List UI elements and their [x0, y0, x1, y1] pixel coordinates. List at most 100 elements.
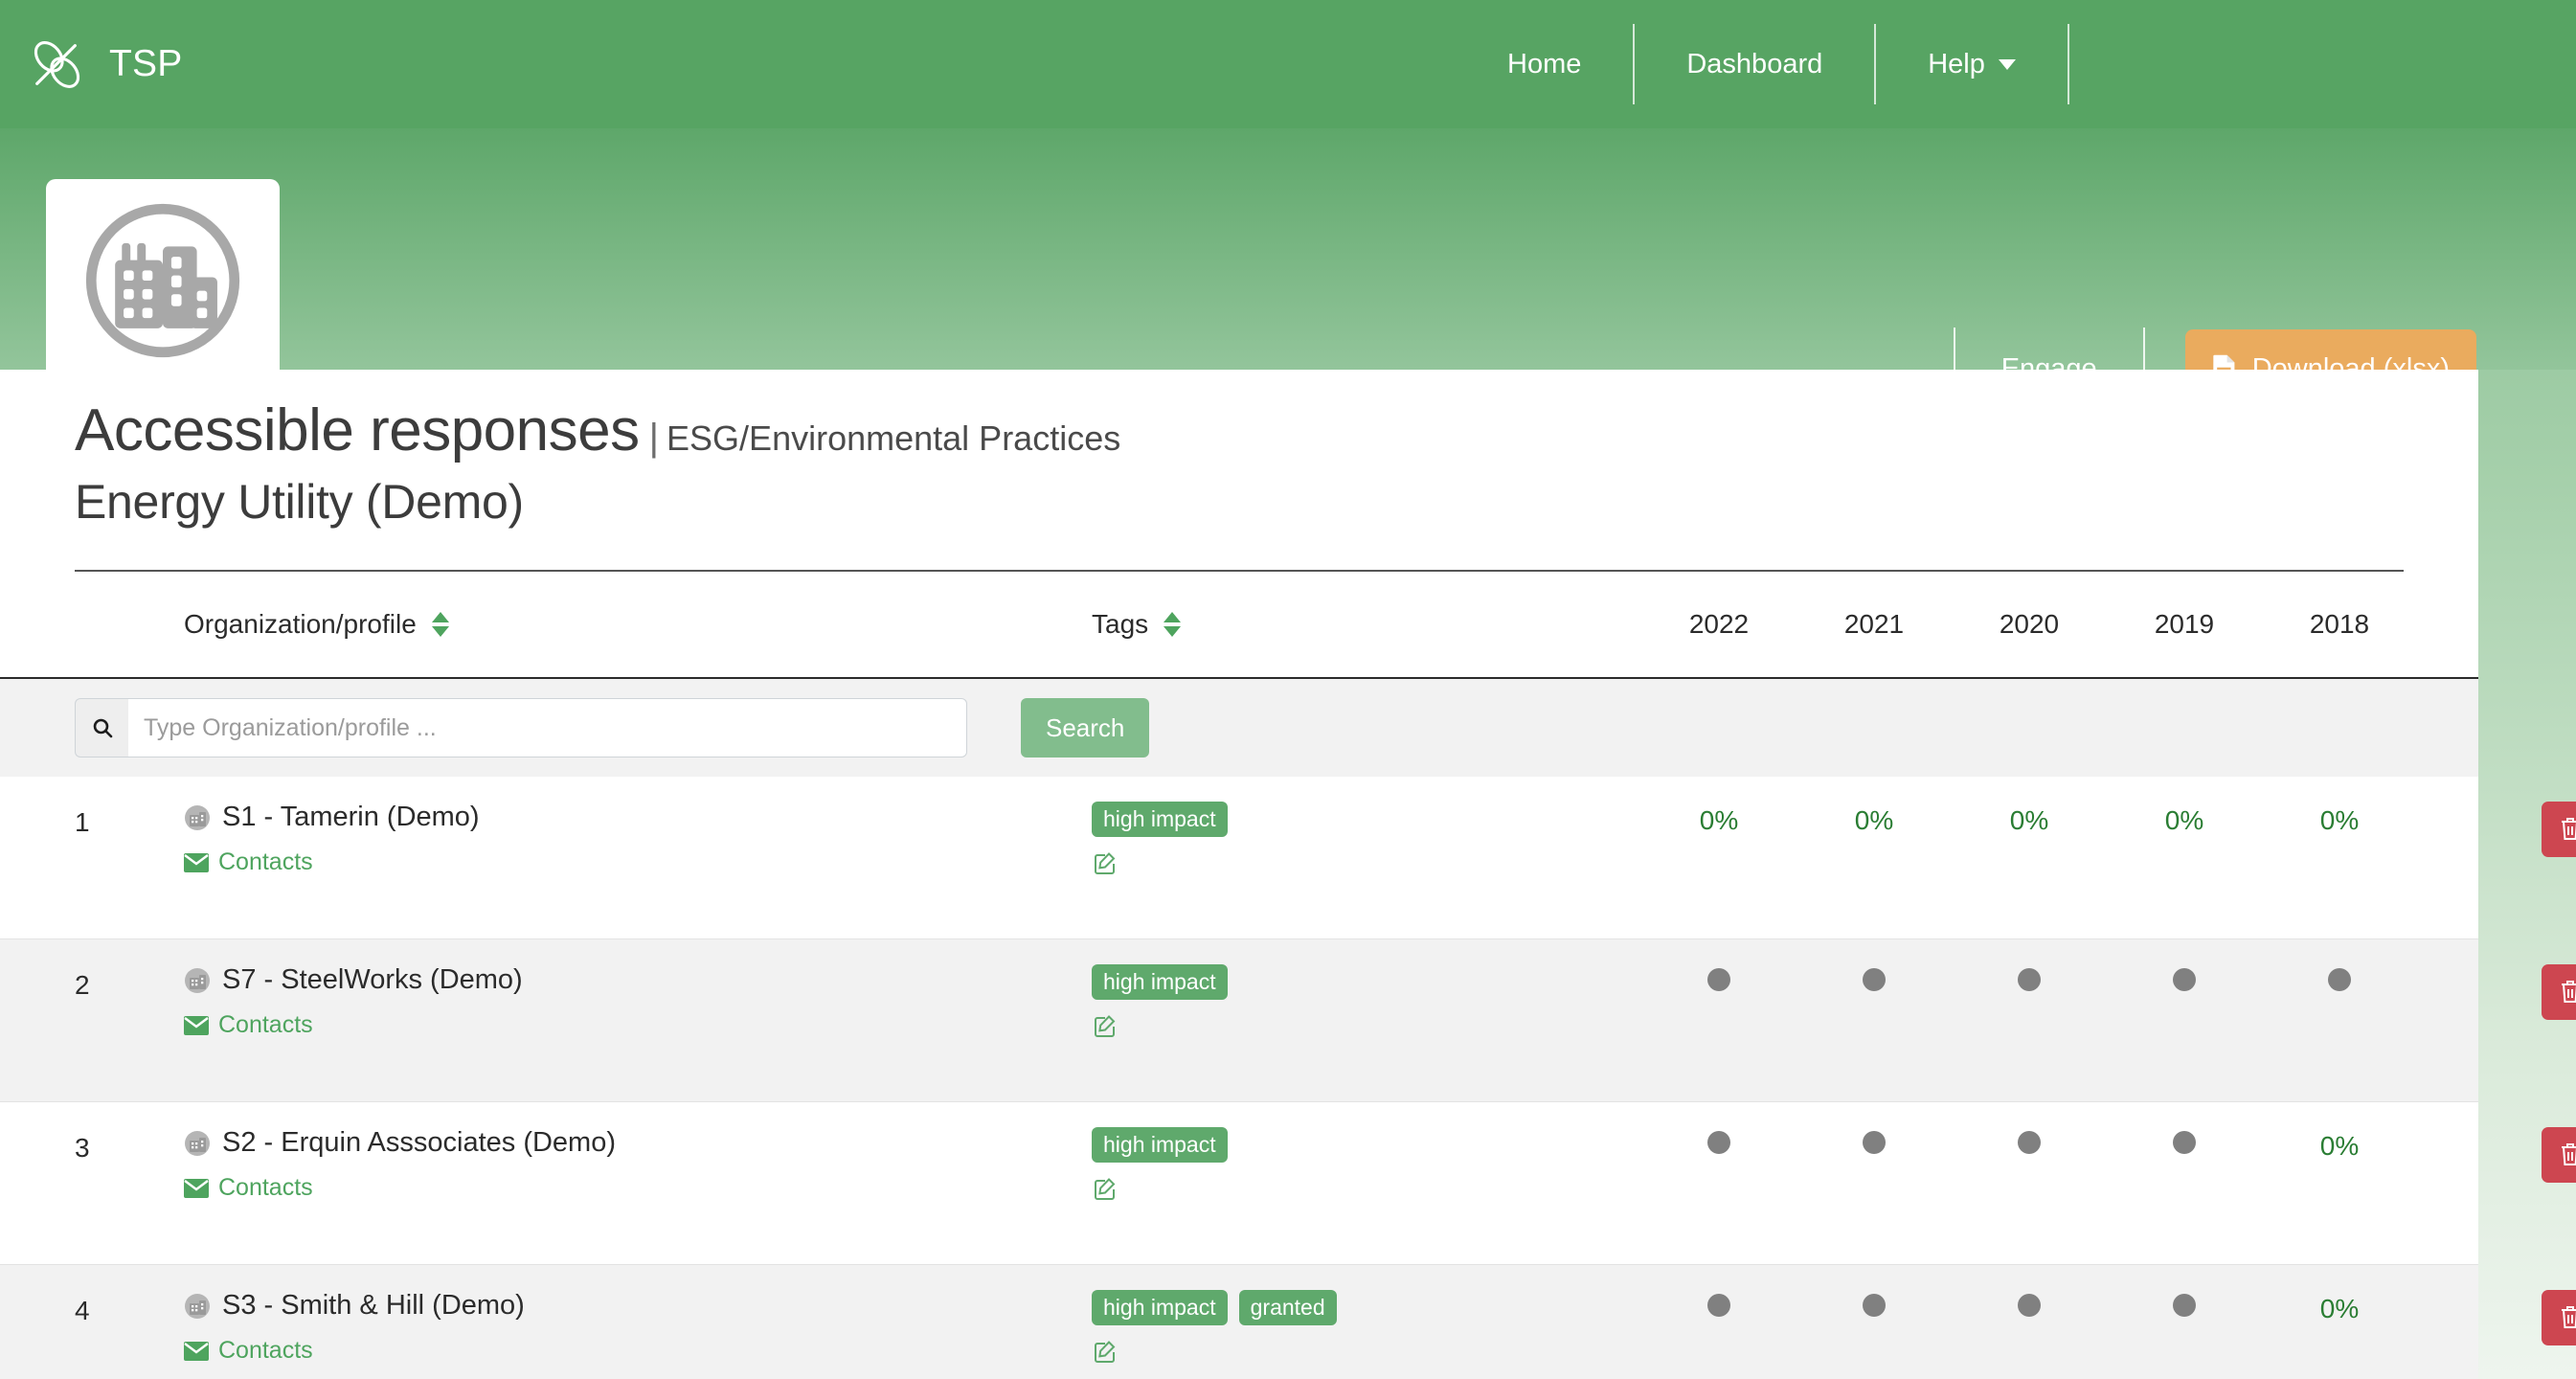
trash-icon: [2559, 816, 2576, 843]
contacts-link[interactable]: Contacts: [184, 1011, 1074, 1039]
row-organization-line[interactable]: S3 - Smith & Hill (Demo): [184, 1290, 1074, 1322]
trash-icon: [2559, 979, 2576, 1006]
building-circle-icon: [78, 195, 248, 366]
row-organization: S7 - SteelWorks (Demo) Contacts: [163, 964, 1074, 1039]
value-text: 0%: [1700, 805, 1738, 835]
tag-badges: high impact: [1092, 964, 1641, 1000]
header-year-2020: 2020: [1952, 609, 2107, 640]
row-tags: high impact: [1074, 964, 1641, 1040]
header-organization-label: Organization/profile: [184, 609, 417, 640]
row-actions: [2417, 1127, 2576, 1183]
value-text: 0%: [2320, 805, 2359, 835]
nav-link-help[interactable]: Help: [1876, 49, 2068, 80]
delete-row-button[interactable]: [2542, 1290, 2576, 1345]
no-data-dot: [1707, 1294, 1730, 1317]
row-index: 3: [75, 1127, 163, 1164]
contacts-label: Contacts: [218, 848, 313, 876]
building-icon: [184, 967, 211, 994]
nav-link-home[interactable]: Home: [1456, 49, 1633, 80]
contacts-link[interactable]: Contacts: [184, 1337, 1074, 1365]
nav-link-dashboard[interactable]: Dashboard: [1635, 49, 1874, 80]
row-organization: S3 - Smith & Hill (Demo) Contacts: [163, 1290, 1074, 1365]
tag-badges: high impact: [1092, 1127, 1641, 1163]
nav-link-home-label: Home: [1507, 49, 1581, 80]
row-value-2021: [1796, 964, 1952, 996]
value-text: 0%: [2165, 805, 2203, 835]
edit-pencil-icon[interactable]: [1092, 1339, 1119, 1366]
contacts-link[interactable]: Contacts: [184, 1174, 1074, 1202]
top-navbar: TSP Home Dashboard Help: [0, 0, 2576, 128]
no-data-dot: [1863, 1294, 1886, 1317]
header-year-2019: 2019: [2107, 609, 2262, 640]
header-organization[interactable]: Organization/profile: [163, 609, 1074, 640]
row-value-2021: [1796, 1290, 1952, 1322]
page-subtitle: ESG/Environmental Practices: [667, 418, 1120, 459]
table-row: 1: [0, 777, 2478, 939]
value-text: 0%: [2320, 1294, 2359, 1323]
row-organization-name: S2 - Erquin Asssociates (Demo): [222, 1127, 616, 1159]
row-organization-name: S3 - Smith & Hill (Demo): [222, 1290, 525, 1322]
tag-badge: high impact: [1092, 802, 1228, 837]
no-data-dot: [2173, 1294, 2196, 1317]
edit-pencil-icon[interactable]: [1092, 1013, 1119, 1040]
row-actions: [2417, 964, 2576, 1020]
row-value-2022: [1641, 1127, 1796, 1159]
row-organization-line[interactable]: S2 - Erquin Asssociates (Demo): [184, 1127, 1074, 1159]
no-data-dot: [2018, 1131, 2041, 1154]
contacts-label: Contacts: [218, 1174, 313, 1202]
delete-row-button[interactable]: [2542, 964, 2576, 1020]
nav-link-dashboard-label: Dashboard: [1686, 49, 1822, 80]
table-row: 4: [0, 1265, 2478, 1379]
search-group: [75, 698, 967, 757]
row-value-2022: [1641, 1290, 1796, 1322]
delete-row-button[interactable]: [2542, 1127, 2576, 1183]
nav-links: Home Dashboard Help: [1456, 0, 2069, 128]
header-year-2018: 2018: [2262, 609, 2417, 640]
page-title-line: Accessible responses | ESG/Environmental…: [75, 396, 2478, 464]
trash-icon: [2559, 1304, 2576, 1331]
tsp-loops-logo-icon: [27, 34, 86, 94]
sort-updown-icon[interactable]: [432, 612, 449, 637]
brand[interactable]: TSP: [27, 34, 182, 94]
row-value-2022: 0%: [1641, 802, 1796, 836]
envelope-icon: [184, 1016, 209, 1035]
header-year-2022: 2022: [1641, 609, 1796, 640]
building-icon: [184, 1293, 211, 1320]
search-input[interactable]: [128, 698, 967, 757]
header-tags-label: Tags: [1092, 609, 1148, 640]
no-data-dot: [2018, 1294, 2041, 1317]
nav-divider: [2068, 24, 2069, 104]
row-value-2018: 0%: [2262, 802, 2417, 836]
edit-pencil-icon[interactable]: [1092, 850, 1119, 877]
organization-avatar-tab[interactable]: [46, 179, 280, 382]
header-tags[interactable]: Tags: [1074, 609, 1641, 640]
search-icon: [75, 698, 128, 757]
no-data-dot: [2018, 968, 2041, 991]
row-value-2018: 0%: [2262, 1127, 2417, 1162]
search-row: Search: [0, 677, 2478, 777]
no-data-dot: [2173, 1131, 2196, 1154]
contacts-link[interactable]: Contacts: [184, 848, 1074, 876]
value-text: 0%: [2010, 805, 2048, 835]
row-value-2019: [2107, 964, 2262, 996]
brand-label: TSP: [109, 43, 182, 85]
row-value-2018: 0%: [2262, 1290, 2417, 1324]
row-actions: [2417, 1290, 2576, 1345]
row-organization-line[interactable]: S1 - Tamerin (Demo): [184, 802, 1074, 833]
tag-badge: high impact: [1092, 1127, 1228, 1163]
edit-pencil-icon[interactable]: [1092, 1176, 1119, 1203]
tag-badge: high impact: [1092, 964, 1228, 1000]
row-organization: S2 - Erquin Asssociates (Demo) Contacts: [163, 1127, 1074, 1202]
row-organization-line[interactable]: S7 - SteelWorks (Demo): [184, 964, 1074, 996]
row-index: 4: [75, 1290, 163, 1326]
title-separator: |: [649, 417, 659, 460]
trash-icon: [2559, 1142, 2576, 1168]
delete-row-button[interactable]: [2542, 802, 2576, 857]
value-text: 0%: [2320, 1131, 2359, 1161]
nav-link-help-label: Help: [1928, 49, 1985, 80]
row-value-2019: 0%: [2107, 802, 2262, 836]
search-button[interactable]: Search: [1021, 698, 1149, 757]
sort-updown-icon[interactable]: [1164, 612, 1181, 637]
row-value-2020: [1952, 1127, 2107, 1159]
no-data-dot: [2328, 968, 2351, 991]
